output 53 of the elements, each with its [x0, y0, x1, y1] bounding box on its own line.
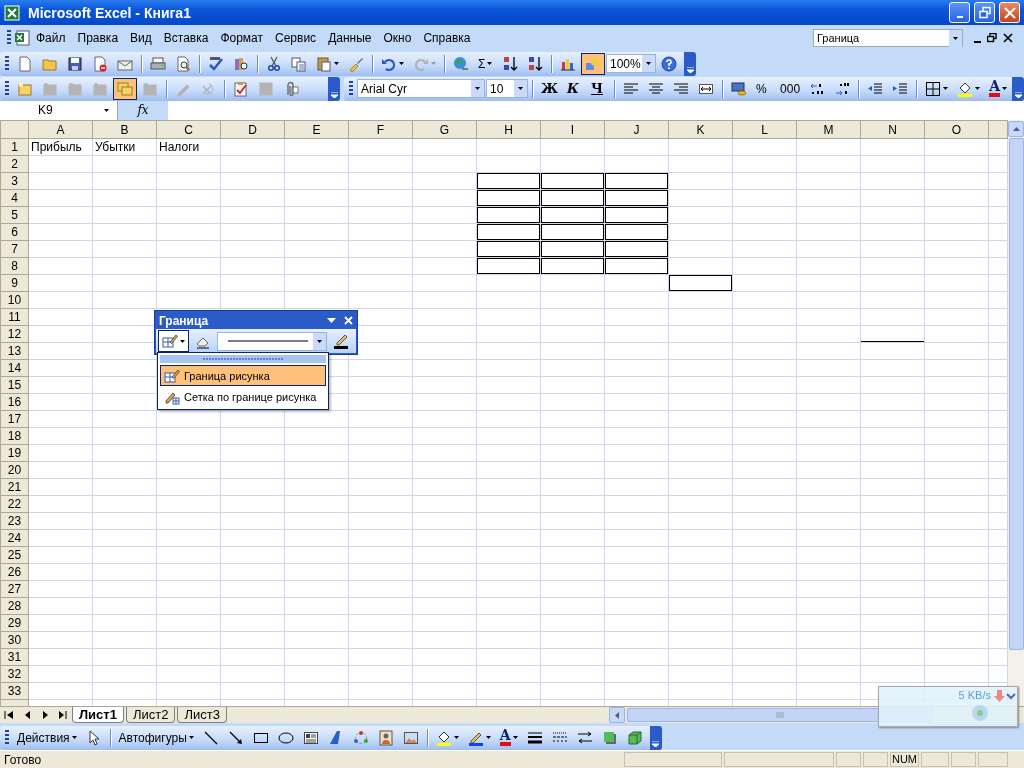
- floating-toolbar-dialog[interactable]: Граница: [154, 310, 358, 355]
- toolbar-button[interactable]: Ж: [537, 77, 563, 100]
- font-color-button[interactable]: A: [985, 77, 1011, 100]
- toolbar-button[interactable]: Ч: [587, 77, 611, 100]
- toolbar-button[interactable]: К: [563, 77, 587, 100]
- status-text: Готово: [4, 752, 42, 767]
- menu-item[interactable]: Справка: [417, 29, 477, 47]
- column-header[interactable]: H: [476, 120, 541, 139]
- column-header[interactable]: G: [412, 120, 477, 139]
- column-header[interactable]: N: [860, 120, 925, 139]
- toolbar-title: Граница: [159, 313, 209, 328]
- column-header[interactable]: F: [348, 120, 413, 139]
- column-header[interactable]: I: [540, 120, 605, 139]
- name-box[interactable]: K9: [0, 100, 118, 120]
- toolbar-button[interactable]: 000: [776, 77, 805, 100]
- menu-item[interactable]: Вставка: [157, 29, 215, 47]
- menu-item[interactable]: Сетка по границе рисунка: [160, 386, 326, 407]
- toolbar-button[interactable]: Действия: [13, 726, 81, 749]
- column-header[interactable]: L: [732, 120, 797, 139]
- menu-item[interactable]: Правка: [71, 29, 125, 47]
- sheet-tab[interactable]: Лист2: [125, 707, 176, 723]
- speed-reading: 5 KB/s: [958, 689, 991, 701]
- menu-item[interactable]: Сервис: [269, 29, 323, 47]
- status-indicator: NUM: [889, 752, 919, 767]
- column-header[interactable]: E: [284, 120, 349, 139]
- column-header[interactable]: M: [796, 120, 861, 139]
- sheet-tab[interactable]: Лист3: [177, 707, 227, 723]
- column-header[interactable]: C: [156, 120, 221, 139]
- toolbar-button[interactable]: %: [752, 77, 776, 100]
- combo-box[interactable]: 10: [486, 79, 529, 98]
- font-color-button[interactable]: A: [495, 726, 522, 749]
- toolbar-button[interactable]: Автофигуры: [114, 726, 198, 749]
- menu-item[interactable]: Граница рисунка: [160, 365, 326, 386]
- combo-box[interactable]: 100%: [606, 54, 656, 73]
- menu-item[interactable]: Вид: [124, 29, 158, 47]
- menu-item[interactable]: Данные: [322, 29, 378, 47]
- column-header[interactable]: B: [92, 120, 157, 139]
- table-cell[interactable]: Убытки: [92, 138, 157, 156]
- window-title: Microsoft Excel - Книга1: [28, 4, 191, 21]
- column-header[interactable]: D: [220, 120, 285, 139]
- menu-item[interactable]: Файл: [30, 29, 72, 47]
- table-cell[interactable]: Прибыль: [28, 138, 93, 156]
- menu-item[interactable]: Формат: [214, 29, 270, 47]
- question-field[interactable]: Граница: [813, 29, 963, 47]
- column-header[interactable]: O: [924, 120, 989, 139]
- combo-box[interactable]: Arial Cyr: [357, 79, 486, 98]
- sheet-tab[interactable]: Лист1: [72, 707, 124, 723]
- column-header[interactable]: K: [668, 120, 733, 139]
- toolbar-button[interactable]: Σ: [474, 52, 497, 75]
- column-header[interactable]: A: [28, 120, 93, 139]
- menu-item[interactable]: Окно: [377, 29, 418, 47]
- column-header[interactable]: J: [604, 120, 669, 139]
- table-cell[interactable]: Налоги: [156, 138, 221, 156]
